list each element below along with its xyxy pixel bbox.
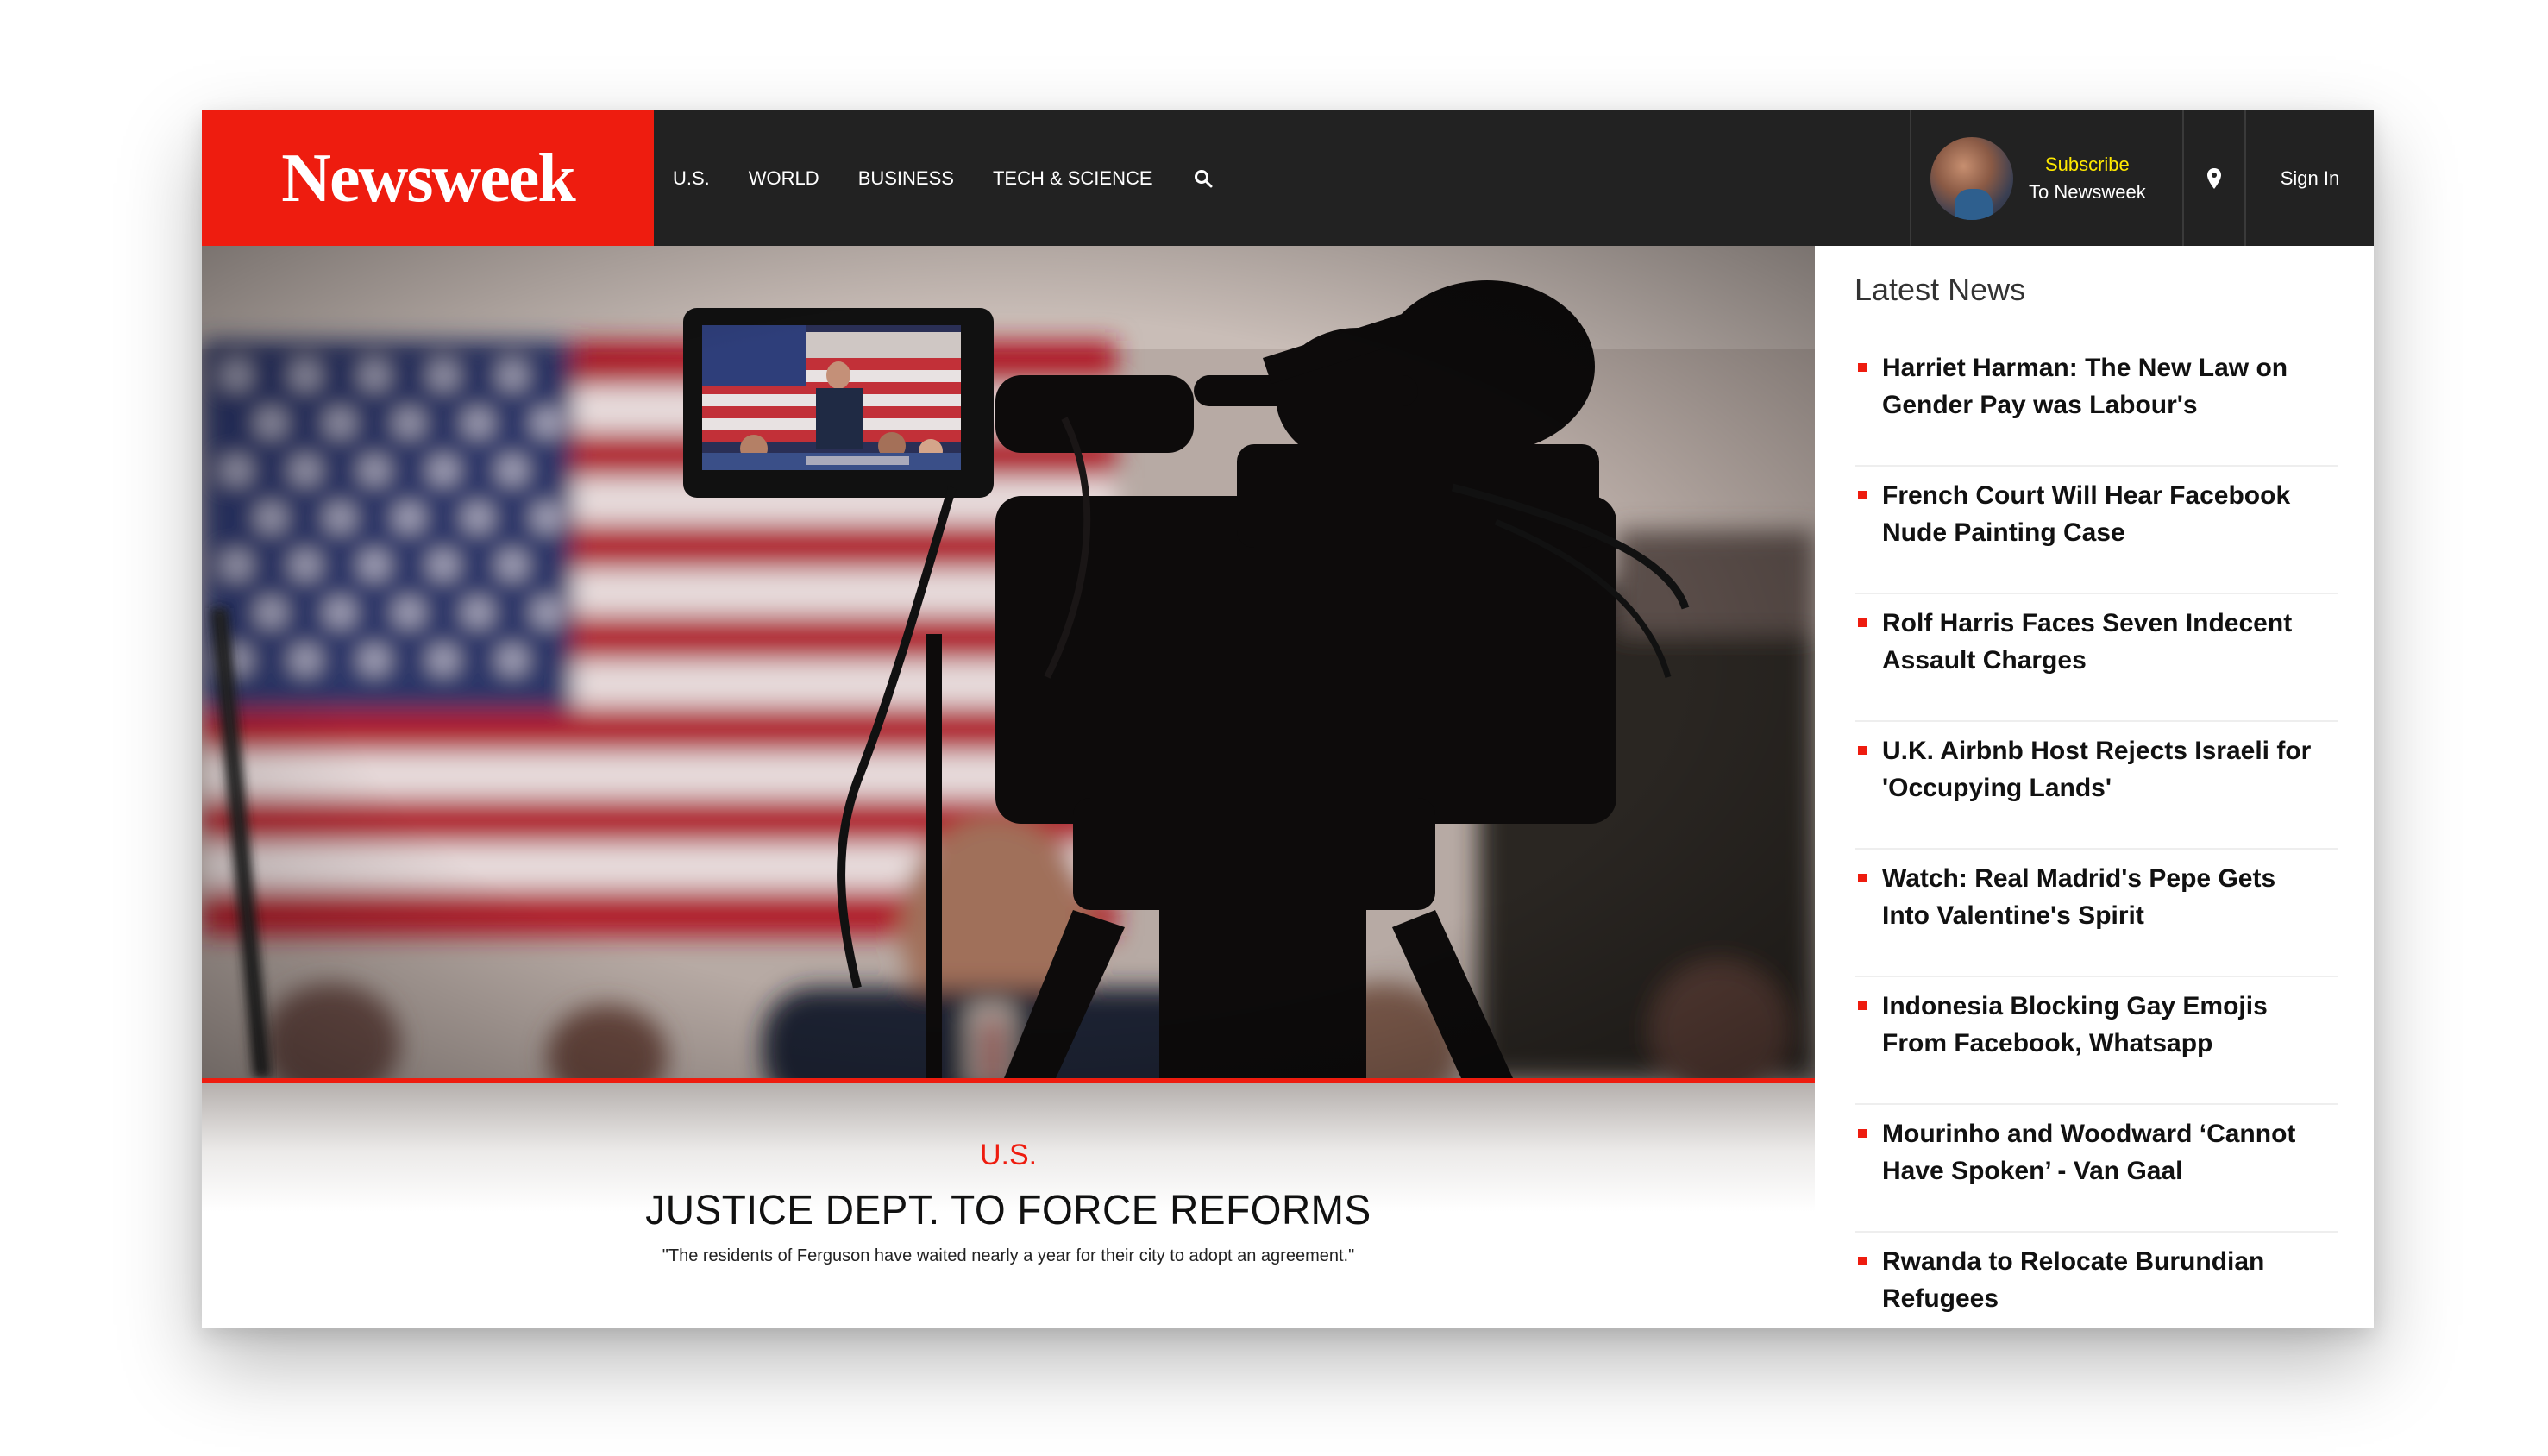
news-headline: Harriet Harman: The New Law on Gender Pay… [1882, 349, 2338, 424]
nav-business[interactable]: BUSINESS [858, 167, 954, 190]
location-button[interactable] [2182, 110, 2244, 246]
location-pin-icon [2207, 167, 2221, 189]
logo-text: Newsweek [281, 140, 575, 217]
news-headline-line2: 'Occupying Lands' [1882, 774, 2112, 802]
bullet-icon [1858, 1257, 1867, 1265]
news-headline-line1: U.K. Airbnb Host Rejects Israeli for [1882, 737, 2312, 765]
news-headline: Rolf Harris Faces Seven Indecent Assault … [1882, 605, 2338, 679]
news-headline-line2: Gender Pay was Labour's [1882, 391, 2198, 419]
bullet-icon [1858, 363, 1867, 372]
news-headline-line1: Rwanda to Relocate Burundian [1882, 1247, 2265, 1276]
bullet-icon [1858, 746, 1867, 755]
latest-news-panel: Latest News Harriet Harman: The New Law … [1815, 246, 2374, 1328]
bullet-icon [1858, 491, 1867, 499]
news-headline-line2: Have Spoken’ - Van Gaal [1882, 1157, 2183, 1185]
bullet-icon [1858, 1129, 1867, 1138]
search-icon[interactable] [1193, 168, 1214, 189]
news-headline-line1: Harriet Harman: The New Law on [1882, 354, 2288, 382]
hero-image [202, 246, 1815, 1078]
hero-photo[interactable] [202, 246, 1815, 1078]
subscribe-sublabel: To Newsweek [2029, 180, 2146, 203]
news-item[interactable]: French Court Will Hear Facebook Nude Pain… [1855, 467, 2338, 594]
news-headline-line1: Indonesia Blocking Gay Emojis [1882, 992, 2268, 1020]
avatar [1930, 136, 2013, 220]
news-item[interactable]: Mourinho and Woodward ‘Cannot Have Spoken… [1855, 1105, 2338, 1233]
news-headline: Rwanda to Relocate Burundian Refugees [1882, 1243, 2338, 1317]
news-headline-line1: French Court Will Hear Facebook [1882, 481, 2291, 510]
news-item[interactable]: Harriet Harman: The New Law on Gender Pay… [1855, 339, 2338, 467]
news-item[interactable]: Rolf Harris Faces Seven Indecent Assault … [1855, 594, 2338, 722]
subscribe-label: Subscribe [2044, 153, 2130, 175]
hero-story[interactable]: U.S. JUSTICE DEPT. TO FORCE REFORMS "The… [202, 246, 1815, 1328]
nav-tech-science[interactable]: TECH & SCIENCE [993, 167, 1152, 190]
hero-section-label[interactable]: U.S. [202, 1139, 1815, 1172]
news-headline-line1: Mourinho and Woodward ‘Cannot [1882, 1120, 2296, 1148]
news-headline-line2: Nude Painting Case [1882, 518, 2125, 547]
news-headline-line2: Into Valentine's Spirit [1882, 901, 2144, 930]
news-item[interactable]: Watch: Real Madrid's Pepe Gets Into Valen… [1855, 850, 2338, 977]
newsweek-logo[interactable]: Newsweek [202, 110, 654, 246]
hero-headline[interactable]: JUSTICE DEPT. TO FORCE REFORMS [202, 1185, 1815, 1234]
news-headline-line1: Watch: Real Madrid's Pepe Gets [1882, 864, 2276, 893]
hero-dek: "The residents of Ferguson have waited n… [662, 1246, 1355, 1265]
news-headline: Mourinho and Woodward ‘Cannot Have Spoken… [1882, 1115, 2338, 1189]
nav-us[interactable]: U.S. [673, 167, 710, 190]
latest-news-heading: Latest News [1855, 272, 2026, 307]
news-headline-line2: From Facebook, Whatsapp [1882, 1029, 2213, 1057]
news-item[interactable]: Indonesia Blocking Gay Emojis From Facebo… [1855, 977, 2338, 1105]
bullet-icon [1858, 1001, 1867, 1010]
subscribe-text: Subscribe To Newsweek [2029, 151, 2146, 206]
subscribe-button[interactable]: Subscribe To Newsweek [1910, 110, 2182, 246]
latest-news-list: Harriet Harman: The New Law on Gender Pay… [1855, 339, 2338, 1328]
bullet-icon [1858, 874, 1867, 882]
news-headline-line2: Assault Charges [1882, 646, 2087, 675]
news-item[interactable]: U.K. Airbnb Host Rejects Israeli for 'Occ… [1855, 722, 2338, 850]
bullet-icon [1858, 618, 1867, 627]
browser-page: Newsweek U.S. WORLD BUSINESS TECH & SCIE… [202, 110, 2374, 1328]
news-headline-line2: Refugees [1882, 1284, 1999, 1313]
news-item[interactable]: Rwanda to Relocate Burundian Refugees [1855, 1233, 2338, 1328]
site-header: Newsweek U.S. WORLD BUSINESS TECH & SCIE… [202, 110, 2374, 246]
nav-world[interactable]: WORLD [749, 167, 819, 190]
main-nav: U.S. WORLD BUSINESS TECH & SCIENCE [673, 110, 1214, 246]
news-headline: U.K. Airbnb Host Rejects Israeli for 'Occ… [1882, 732, 2338, 806]
news-headline: Indonesia Blocking Gay Emojis From Facebo… [1882, 988, 2338, 1062]
header-actions: Subscribe To Newsweek Sign In [1910, 110, 2374, 246]
news-headline: Watch: Real Madrid's Pepe Gets Into Valen… [1882, 860, 2338, 934]
news-headline-line1: Rolf Harris Faces Seven Indecent [1882, 609, 2293, 637]
news-headline: French Court Will Hear Facebook Nude Pain… [1882, 477, 2338, 551]
sign-in-button[interactable]: Sign In [2244, 110, 2374, 246]
